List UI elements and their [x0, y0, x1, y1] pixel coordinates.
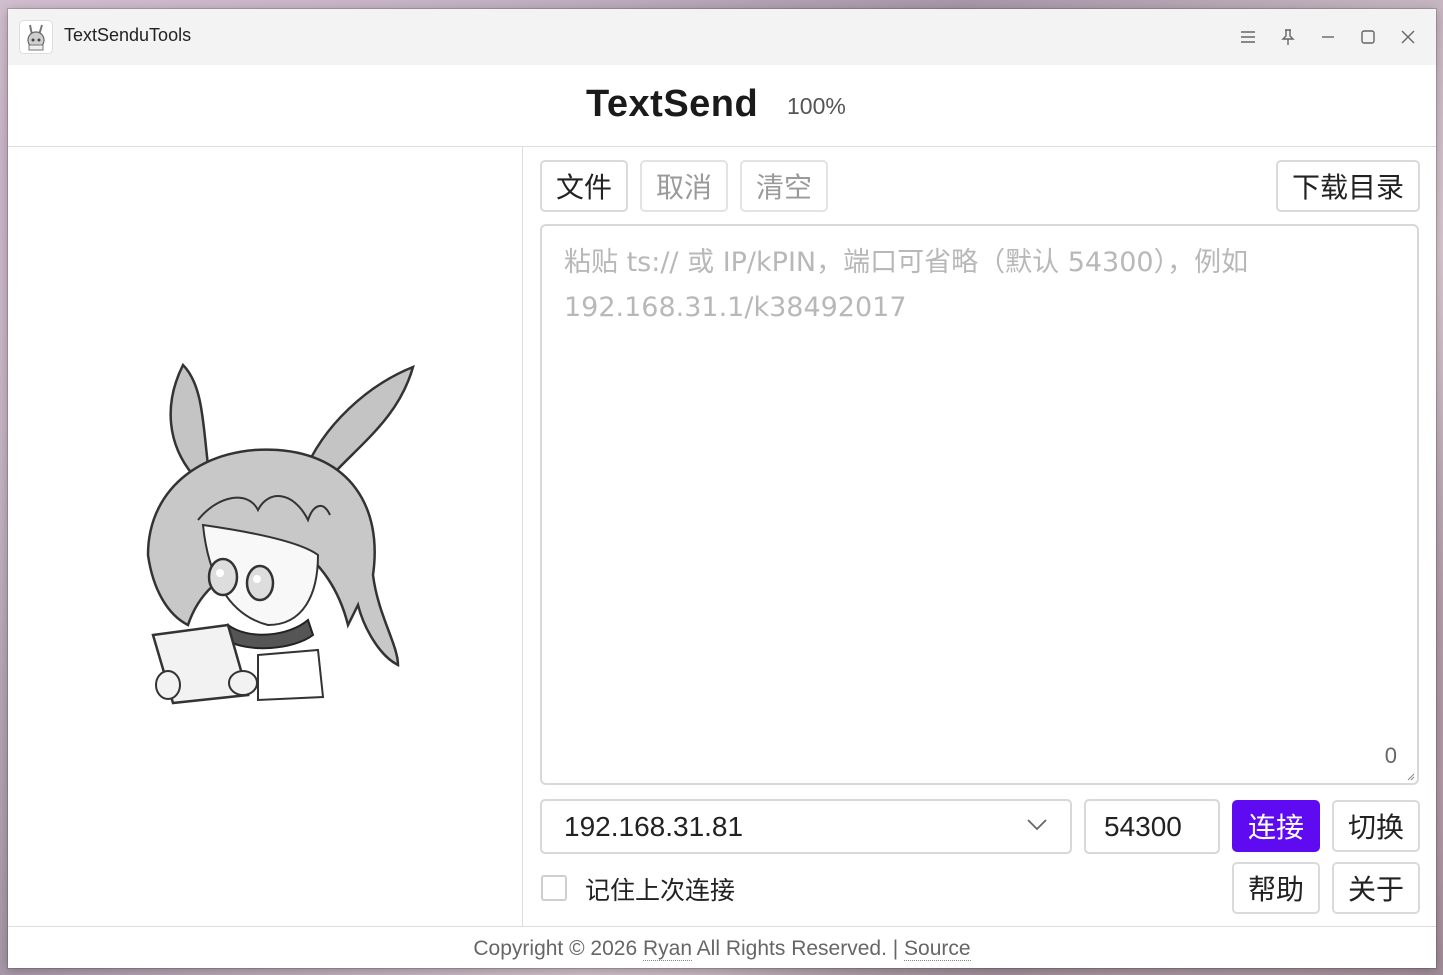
clear-button[interactable]: 清空 [740, 160, 828, 212]
port-input[interactable] [1084, 799, 1220, 854]
placeholder-line-1: 粘贴 ts:// 或 IP/kPIN，端口可省略（默认 54300），例如 [564, 247, 1249, 278]
app-window: TextSenduTools TextSend 100% 文件 取消 清空 下载… [8, 9, 1436, 968]
host-select[interactable]: 192.168.31.81 [540, 799, 1072, 854]
message-textarea[interactable]: 粘贴 ts:// 或 IP/kPIN，端口可省略（默认 54300），例如 19… [540, 224, 1419, 785]
window-title: TextSenduTools [64, 25, 192, 45]
host-value: 192.168.31.81 [564, 811, 744, 842]
mascot-illustration [146, 362, 415, 705]
remember-label[interactable]: 记住上次连接 [585, 871, 735, 907]
zoom-level[interactable]: 100% [787, 93, 846, 120]
remember-checkbox[interactable] [541, 875, 567, 901]
about-button[interactable]: 关于 [1332, 862, 1420, 914]
minimize-icon[interactable] [1316, 25, 1340, 49]
rights-text: All Rights Reserved. | [692, 937, 905, 960]
copyright-text: Copyright © 2026 [473, 937, 643, 960]
chevron-down-icon [1027, 819, 1047, 831]
title-bar[interactable]: TextSenduTools [8, 9, 1436, 65]
placeholder-line-2: 192.168.31.1/k38492017 [564, 292, 907, 323]
file-button[interactable]: 文件 [540, 160, 628, 212]
pin-icon[interactable] [1276, 25, 1300, 49]
cancel-button[interactable]: 取消 [640, 160, 728, 212]
resize-grip-icon[interactable] [1405, 771, 1415, 781]
close-icon[interactable] [1396, 25, 1420, 49]
connect-button[interactable]: 连接 [1232, 800, 1320, 852]
footer-text: Copyright © 2026 Ryan All Rights Reserve… [473, 937, 971, 961]
app-brand: TextSend [586, 83, 759, 125]
mascot-panel [8, 147, 523, 926]
app-logo-icon [20, 21, 52, 53]
source-link[interactable]: Source [904, 937, 971, 961]
download-dir-button[interactable]: 下载目录 [1276, 160, 1420, 212]
char-counter: 0 [1384, 743, 1397, 768]
help-button[interactable]: 帮助 [1232, 862, 1320, 914]
app-header: TextSend 100% [8, 65, 1436, 147]
author-link[interactable]: Ryan [642, 937, 692, 961]
textarea-placeholder: 粘贴 ts:// 或 IP/kPIN，端口可省略（默认 54300），例如 19… [564, 240, 1344, 330]
maximize-icon[interactable] [1356, 25, 1380, 49]
switch-button[interactable]: 切换 [1332, 800, 1420, 852]
footer: Copyright © 2026 Ryan All Rights Reserve… [8, 926, 1436, 968]
menu-icon[interactable] [1236, 25, 1260, 49]
